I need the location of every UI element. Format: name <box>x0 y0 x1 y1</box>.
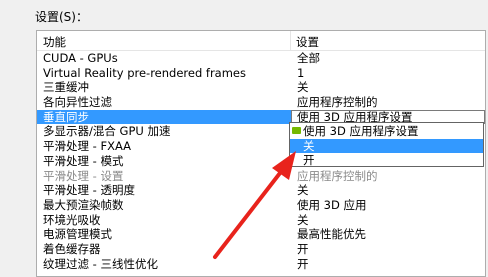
red-arrow-annotation <box>213 151 296 259</box>
